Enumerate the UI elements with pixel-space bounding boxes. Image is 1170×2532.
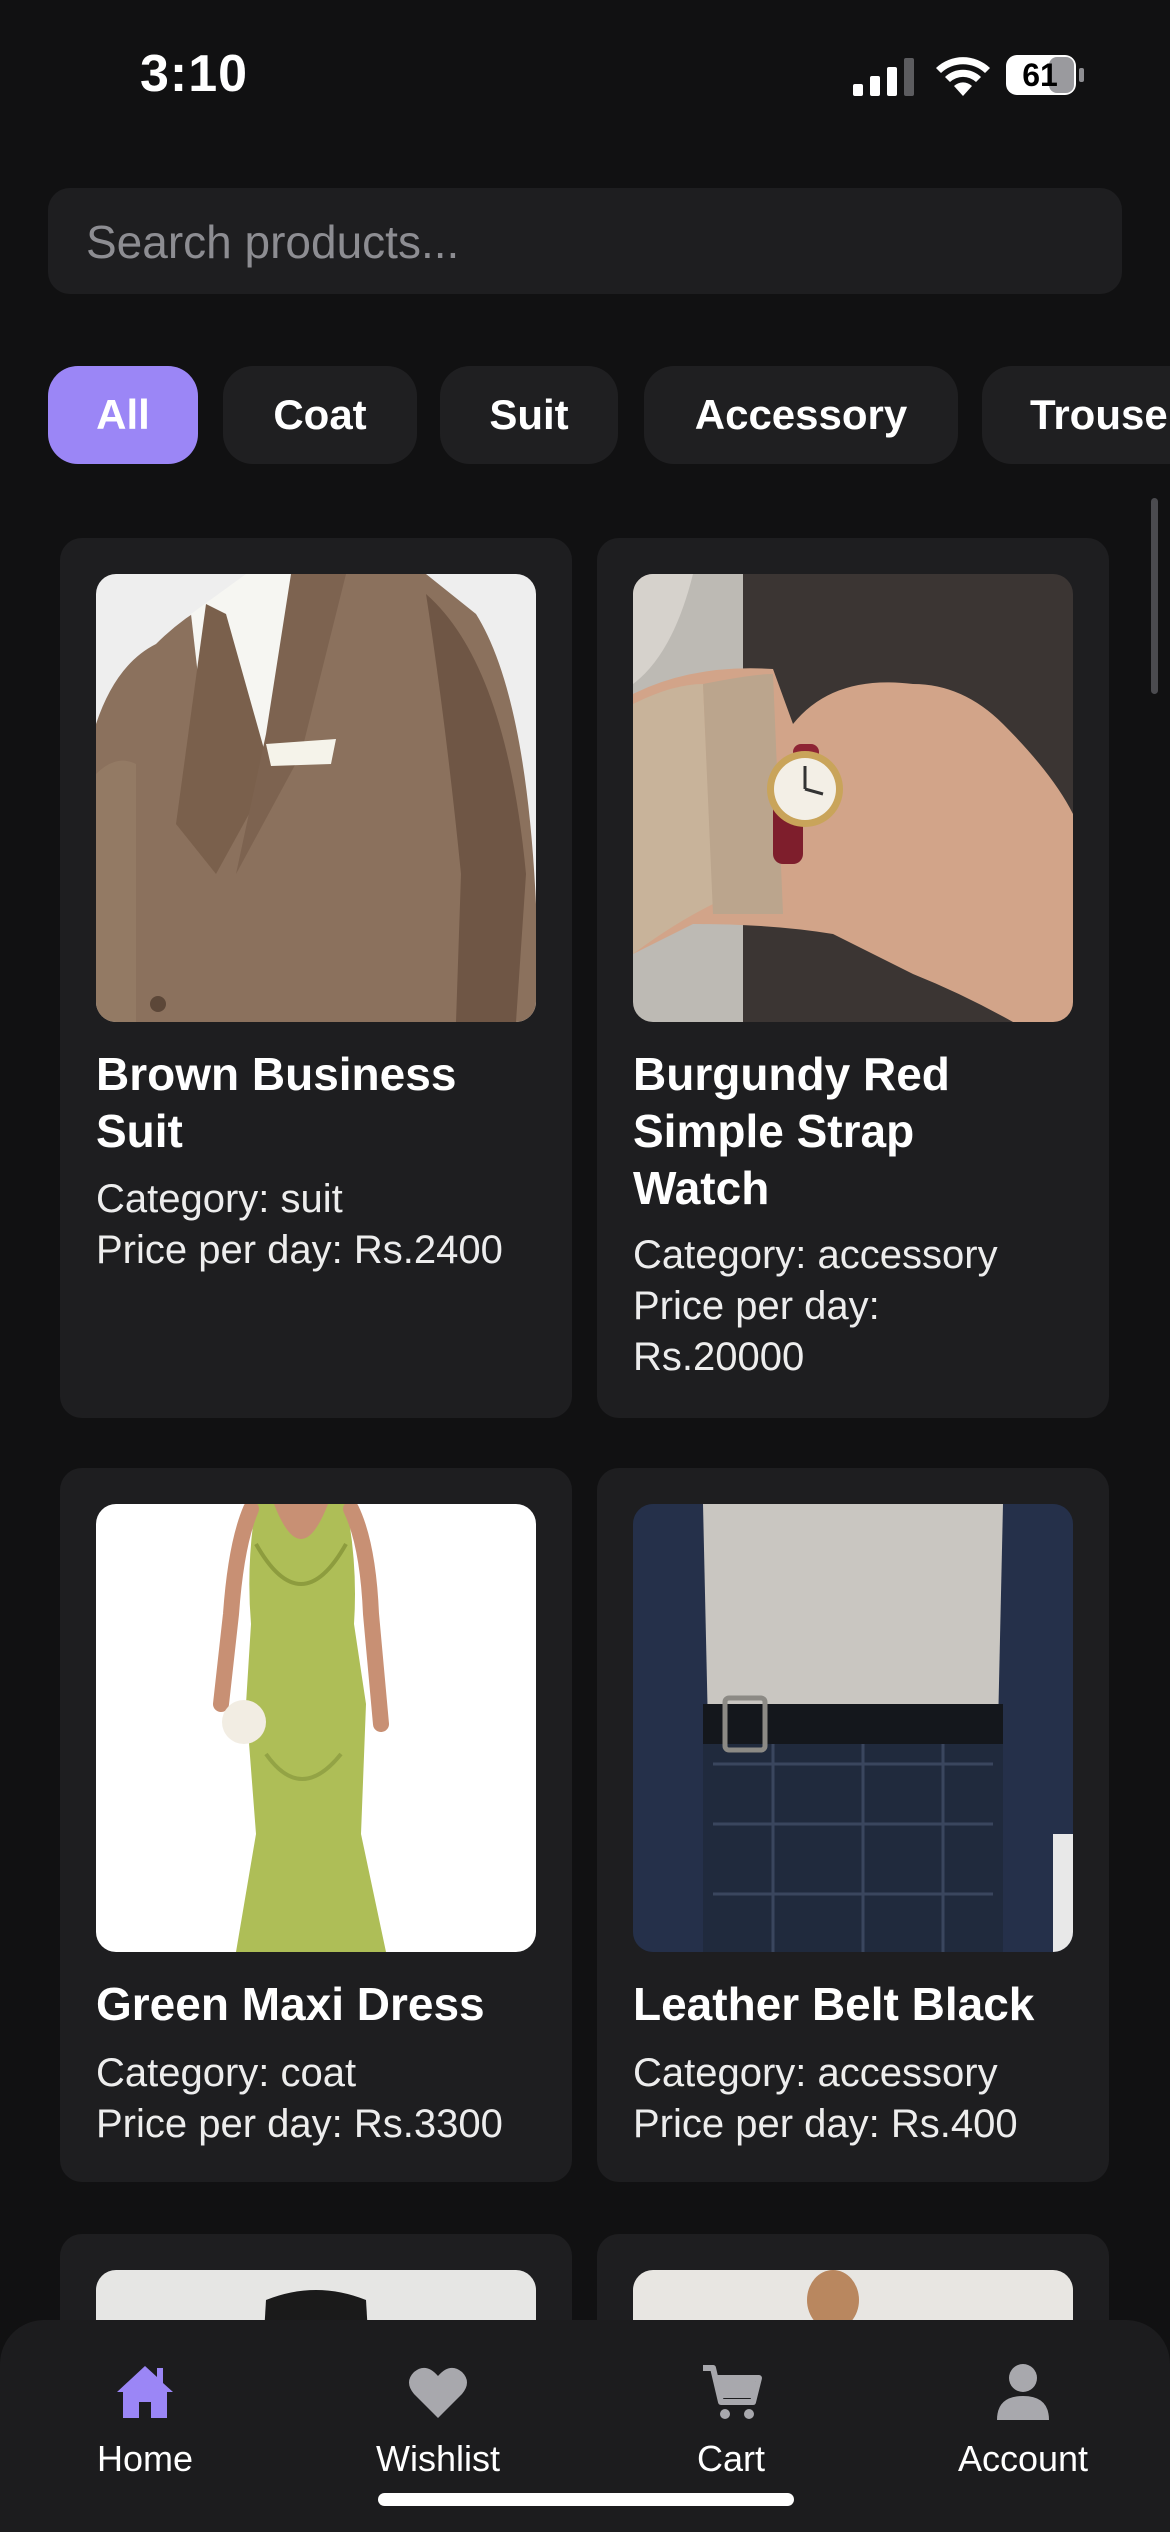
tab-cart[interactable]: Cart [646, 2360, 816, 2510]
status-time: 3:10 [140, 45, 249, 103]
product-title-line: Brown Business [96, 1048, 457, 1100]
product-title-line: Suit [96, 1105, 183, 1157]
product-title-line: Watch [633, 1162, 770, 1214]
product-category: Category: accessory [633, 1233, 998, 1277]
product-image-suit [96, 574, 536, 1022]
product-category: Category: coat [96, 2051, 357, 2095]
product-title: Burgundy Red Simple Strap Watch [633, 1046, 1081, 1217]
product-card[interactable]: Burgundy Red Simple Strap Watch Category… [597, 538, 1109, 1418]
wifi-icon [936, 57, 990, 96]
battery-level: 61 [1022, 57, 1058, 93]
product-card[interactable]: Brown Business Suit Category: suit Price… [60, 538, 572, 1418]
product-price: Price per day: Rs.3300 [96, 2102, 503, 2146]
heart-icon [409, 2367, 467, 2418]
chip-coat[interactable]: Coat [223, 366, 417, 464]
scrollbar[interactable] [1151, 498, 1158, 694]
product-meta: Category: accessory Price per day: Rs.20… [633, 1230, 1093, 1383]
product-price: Price per day: Rs.400 [633, 2102, 1018, 2146]
product-image-dress [96, 1504, 536, 1952]
product-image-belt [633, 1504, 1073, 1952]
person-icon [997, 2364, 1049, 2420]
product-title-line: Leather Belt Black [633, 1978, 1035, 2030]
home-icon [117, 2366, 173, 2418]
product-title: Brown Business Suit [96, 1046, 544, 1160]
chip-all[interactable]: All [48, 366, 198, 464]
product-card[interactable]: Leather Belt Black Category: accessory P… [597, 1468, 1109, 2182]
category-filter-chips: All Coat Suit Accessory Trouse [48, 366, 1170, 466]
status-bar: 3:10 61 [0, 0, 1170, 150]
product-price: Price per day: [633, 1284, 880, 1328]
product-title: Leather Belt Black [633, 1976, 1081, 2033]
battery-indicator: 61 [1005, 54, 1085, 96]
chip-accessory[interactable]: Accessory [644, 366, 958, 464]
product-price: Price per day: Rs.2400 [96, 1228, 503, 1272]
tab-label-account: Account [957, 2438, 1089, 2479]
home-indicator [378, 2493, 794, 2506]
tab-home[interactable]: Home [60, 2360, 230, 2510]
product-title-line: Burgundy Red [633, 1048, 950, 1100]
product-title-line: Simple Strap [633, 1105, 915, 1157]
product-title: Green Maxi Dress [96, 1976, 544, 2033]
search-input[interactable] [84, 188, 1088, 296]
cart-icon [703, 2365, 762, 2419]
product-price-value: Rs.20000 [633, 1335, 805, 1379]
cellular-signal-icon [853, 58, 914, 96]
product-meta: Category: suit Price per day: Rs.2400 [96, 1174, 556, 1276]
search-bar[interactable] [48, 188, 1122, 296]
product-meta: Category: accessory Price per day: Rs.40… [633, 2048, 1093, 2150]
product-category: Category: suit [96, 1177, 343, 1221]
chip-suit[interactable]: Suit [440, 366, 618, 464]
tab-label-home: Home [96, 2438, 194, 2479]
tab-account[interactable]: Account [938, 2360, 1108, 2510]
product-title-line: Green Maxi Dress [96, 1978, 485, 2030]
product-category: Category: accessory [633, 2051, 998, 2095]
product-meta: Category: coat Price per day: Rs.3300 [96, 2048, 556, 2150]
chip-trousers[interactable]: Trouse [982, 366, 1170, 464]
product-image-watch [633, 574, 1073, 1022]
tab-label-cart: Cart [696, 2438, 765, 2479]
product-card[interactable]: Green Maxi Dress Category: coat Price pe… [60, 1468, 572, 2182]
tab-wishlist[interactable]: Wishlist [353, 2360, 523, 2510]
tab-label-wishlist: Wishlist [376, 2438, 500, 2479]
